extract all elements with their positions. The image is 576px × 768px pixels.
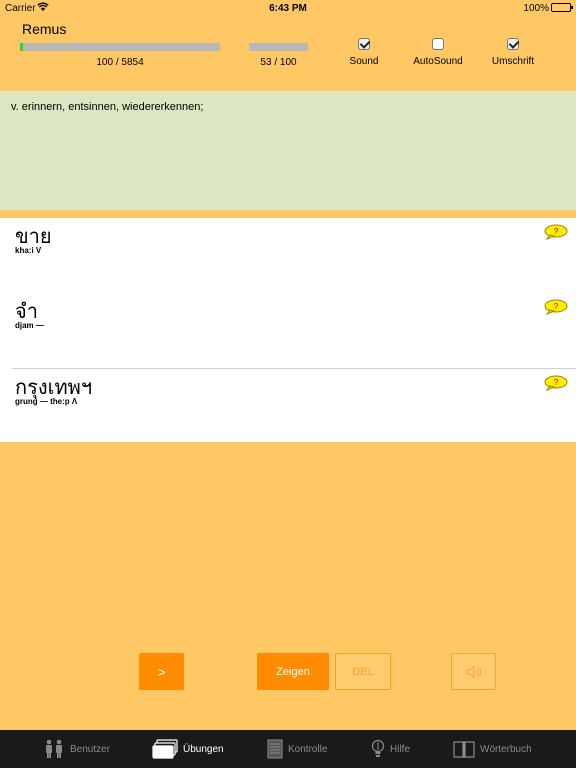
meaning-panel: v. erinnern, entsinnen, wiedererkennen; [0,91,576,210]
session-progress-bar [249,43,308,51]
show-button[interactable]: Zeigen [257,653,329,690]
sound-checkbox[interactable] [358,38,370,50]
battery-percent: 100% [523,3,549,14]
umschrift-checkbox[interactable] [507,38,519,50]
answer-list: ขาย kha:i V ? จำ djam — ? กรุงเทพฯ grung… [0,218,576,442]
meaning-text: v. erinnern, entsinnen, wiedererkennen; [11,101,204,113]
total-progress-bar [20,43,220,51]
tab-uebungen[interactable]: Übungen [152,730,224,768]
answer-option[interactable]: จำ djam — ? [0,293,576,368]
question-bubble-icon[interactable]: ? [544,224,568,240]
users-icon [46,739,62,758]
notepad-icon [267,739,283,759]
transliteration: djam — [15,321,44,330]
tab-bar: Benutzer Übungen Kontrolle Hilfe Wörterb… [0,730,576,768]
autosound-label: AutoSound [413,56,463,67]
autosound-option[interactable]: AutoSound [398,38,478,67]
sound-label: Sound [349,56,379,67]
svg-text:?: ? [554,227,559,236]
sound-option[interactable]: Sound [324,38,404,67]
tab-label: Kontrolle [288,743,328,755]
svg-text:?: ? [554,378,559,387]
session-progress-label: 53 / 100 [260,57,297,68]
tab-label: Übungen [183,743,224,755]
tab-label: Wörterbuch [480,743,532,755]
total-progress-fill [20,43,24,51]
battery-icon [551,3,573,12]
cards-icon [152,739,178,759]
umschrift-label: Umschrift [491,56,535,67]
book-icon [453,741,475,758]
question-bubble-icon[interactable]: ? [544,299,568,315]
tab-woerterbuch[interactable]: Wörterbuch [453,730,532,768]
wifi-icon [37,2,49,11]
status-bar: Carrier 6:43 PM 100% [0,0,576,16]
tab-label: Hilfe [390,743,411,755]
speaker-icon [466,664,481,679]
tab-kontrolle[interactable]: Kontrolle [267,730,327,768]
svg-text:?: ? [554,302,559,311]
lightbulb-icon [371,739,385,757]
umschrift-option[interactable]: Umschrift [473,38,553,67]
transliteration: grung — the:p Λ [15,397,78,406]
answer-option[interactable]: กรุงเทพฯ grung — the:p Λ ? [12,368,576,443]
carrier-label: Carrier [5,3,36,14]
autosound-checkbox[interactable] [432,38,444,50]
tab-hilfe[interactable]: Hilfe [371,730,410,768]
user-name: Remus [22,21,67,37]
total-progress-label: 100 / 5854 [96,57,144,68]
delete-button[interactable]: DEL [335,653,391,690]
next-button[interactable]: > [139,653,184,690]
speaker-button[interactable] [451,653,496,690]
answer-option[interactable]: ขาย kha:i V ? [0,218,576,293]
clock: 6:43 PM [269,3,307,14]
tab-benutzer[interactable]: Benutzer [43,730,110,768]
transliteration: kha:i V [15,246,42,255]
tab-label: Benutzer [70,743,111,755]
question-bubble-icon[interactable]: ? [544,375,568,391]
